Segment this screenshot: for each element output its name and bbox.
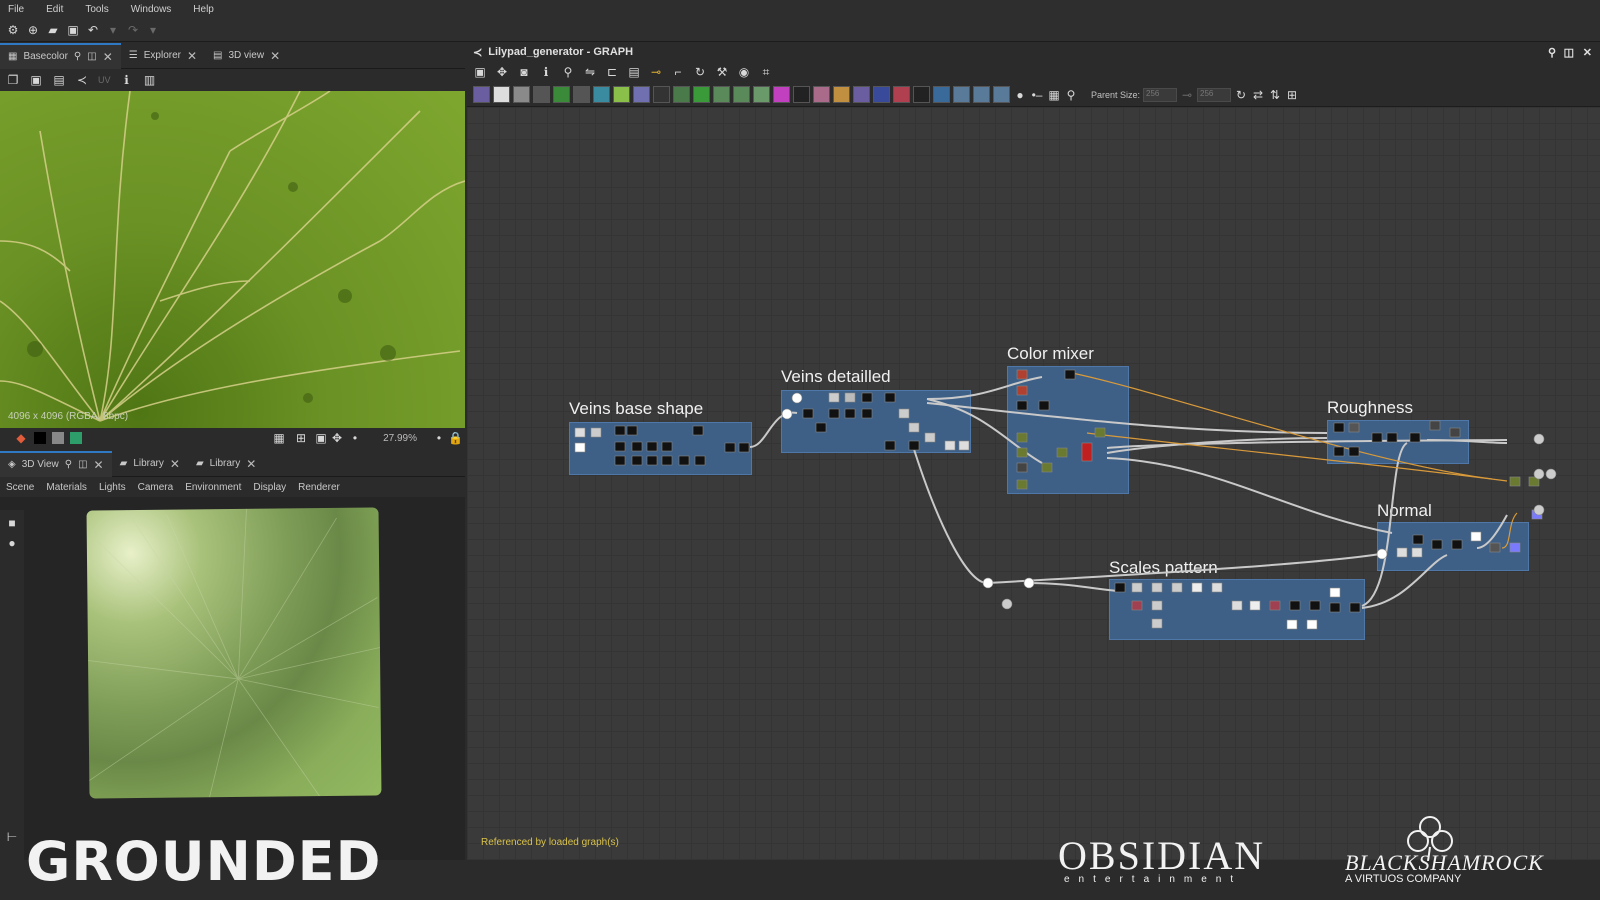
folder-icon: ▰ [119, 458, 128, 469]
redo-dropdown-icon[interactable]: ▾ [146, 23, 160, 37]
menu-scene[interactable]: Scene [6, 482, 34, 493]
tab-explorer[interactable]: ☰ Explorer ✕ [121, 43, 205, 69]
tab-label: 3D view [228, 50, 265, 61]
color-swatch[interactable] [70, 432, 82, 444]
graph-panel[interactable]: ≺ Lilypad_generator - GRAPH ⚲ ◫ ✕ ▣ ✥ ◙ … [467, 43, 1600, 860]
undo-icon[interactable]: ↶ [86, 23, 100, 37]
tab-label: Library [209, 458, 241, 469]
tab-library-2[interactable]: ▰ Library ✕ [188, 451, 264, 477]
folder-icon: ▰ [195, 458, 204, 469]
close-icon[interactable]: ✕ [94, 458, 104, 472]
menu-lights[interactable]: Lights [99, 482, 126, 493]
menu-bar: File Edit Tools Windows Help [0, 0, 1600, 18]
share-icon[interactable]: ≺ [75, 73, 89, 87]
2d-view-statusbar: ◆ ▦ ⊞ ▣ ✥ • 27.99% • 🔒 [0, 428, 465, 448]
tab-3d-view[interactable]: ▤ 3D view ✕ [205, 43, 288, 69]
grey-swatch[interactable] [52, 432, 64, 444]
save-icon[interactable]: ▣ [66, 23, 80, 37]
tab-label: Basecolor [23, 51, 68, 62]
histogram-icon[interactable]: ▥ [143, 73, 157, 87]
3d-preview-mesh[interactable] [86, 507, 382, 799]
pin-icon[interactable]: ⚲ [74, 51, 81, 62]
export-icon[interactable]: ▤ [52, 73, 66, 87]
vein-texture [0, 91, 465, 422]
close-icon[interactable]: ✕ [187, 49, 197, 63]
layers-icon[interactable]: ◆ [14, 431, 28, 445]
image-info-label: 4096 x 4096 (RGBA, 8bpc) [8, 411, 129, 422]
3d-side-toolbar: ■ ● ⊢ [0, 510, 24, 860]
tab-library[interactable]: ▰ Library ✕ [112, 451, 188, 477]
pin-icon[interactable]: ⚲ [65, 459, 72, 470]
open-folder-icon[interactable]: ▰ [46, 23, 60, 37]
texture-viewer[interactable]: 4096 x 4096 (RGBA, 8bpc) [0, 91, 465, 428]
uv-toggle[interactable]: UV [98, 73, 111, 87]
menu-renderer[interactable]: Renderer [298, 482, 340, 493]
menu-display[interactable]: Display [253, 482, 286, 493]
new-package-icon[interactable]: ⚙ [6, 23, 20, 37]
zoom-out-icon[interactable]: • [348, 431, 362, 445]
float-icon[interactable]: ◫ [78, 459, 87, 470]
menu-windows[interactable]: Windows [131, 4, 172, 15]
tab-basecolor[interactable]: ▦ Basecolor ⚲ ◫ ✕ [0, 42, 121, 69]
pan-icon[interactable]: ✥ [330, 431, 344, 445]
menu-materials[interactable]: Materials [46, 482, 87, 493]
menu-tools[interactable]: Tools [85, 4, 108, 15]
info-icon[interactable]: ℹ [120, 73, 134, 87]
close-icon[interactable]: ✕ [170, 457, 180, 471]
mesh-veins [88, 508, 381, 798]
black-swatch[interactable] [34, 432, 46, 444]
tab-3d-view[interactable]: ◈ 3D View ⚲ ◫ ✕ [0, 450, 112, 477]
main-toolbar: ⚙ ⊕ ▰ ▣ ↶ ▾ ↷ ▾ [0, 18, 1600, 42]
zoom-in-icon[interactable]: • [432, 431, 446, 445]
menu-edit[interactable]: Edit [46, 4, 63, 15]
obsidian-subtitle: entertainment [1064, 874, 1243, 885]
2d-view-toolbar: ❐ ▣ ▤ ≺ UV ℹ ▥ [0, 69, 465, 91]
menu-file[interactable]: File [8, 4, 24, 15]
light-bulb-icon[interactable]: ● [5, 536, 19, 550]
hierarchy-icon[interactable]: ⊢ [5, 830, 19, 844]
2d-view-icon: ▦ [8, 51, 18, 62]
fit-icon[interactable]: ▣ [314, 431, 328, 445]
menu-help[interactable]: Help [193, 4, 214, 15]
menu-environment[interactable]: Environment [185, 482, 241, 493]
obsidian-logo: OBSIDIAN [1058, 833, 1266, 878]
lock-icon[interactable]: 🔒 [448, 431, 463, 445]
document-icon: ▤ [213, 50, 223, 61]
close-icon[interactable]: ✕ [103, 50, 113, 64]
menu-camera[interactable]: Camera [138, 482, 174, 493]
save-icon[interactable]: ▣ [29, 73, 43, 87]
copy-icon[interactable]: ❐ [6, 73, 20, 87]
close-icon[interactable]: ✕ [270, 49, 280, 63]
bottom-tabbar: ◈ 3D View ⚲ ◫ ✕ ▰ Library ✕ ▰ Library ✕ [0, 450, 465, 477]
new-graph-icon[interactable]: ⊕ [26, 23, 40, 37]
grounded-logo: GROUNDED [26, 830, 382, 893]
float-icon[interactable]: ◫ [87, 51, 96, 62]
2d-view-panel: ▦ Basecolor ⚲ ◫ ✕ ☰ Explorer ✕ ▤ 3D view… [0, 42, 465, 448]
tab-label: Library [133, 458, 164, 469]
redo-icon[interactable]: ↷ [126, 23, 140, 37]
close-icon[interactable]: ✕ [246, 457, 256, 471]
3d-view-menu: Scene Materials Lights Camera Environmen… [0, 477, 465, 497]
grid-icon[interactable]: ▦ [272, 431, 286, 445]
tab-label: Explorer [143, 50, 181, 61]
top-tabbar: ▦ Basecolor ⚲ ◫ ✕ ☰ Explorer ✕ ▤ 3D view… [0, 42, 465, 69]
undo-dropdown-icon[interactable]: ▾ [106, 23, 120, 37]
graph-links [574, 369, 1557, 630]
cube-icon: ◈ [8, 459, 16, 470]
explorer-icon: ☰ [128, 50, 138, 61]
virtuos-subtitle: A VIRTUOS COMPANY [1345, 873, 1462, 885]
zoom-level[interactable]: 27.99% [383, 433, 417, 444]
tab-label: 3D View [21, 459, 59, 470]
status-referenced: Referenced by loaded graph(s) [481, 837, 619, 848]
3d-view-panel: ◈ 3D View ⚲ ◫ ✕ ▰ Library ✕ ▰ Library ✕ … [0, 450, 465, 860]
camera-icon[interactable]: ■ [5, 516, 19, 530]
tiling-icon[interactable]: ⊞ [294, 431, 308, 445]
